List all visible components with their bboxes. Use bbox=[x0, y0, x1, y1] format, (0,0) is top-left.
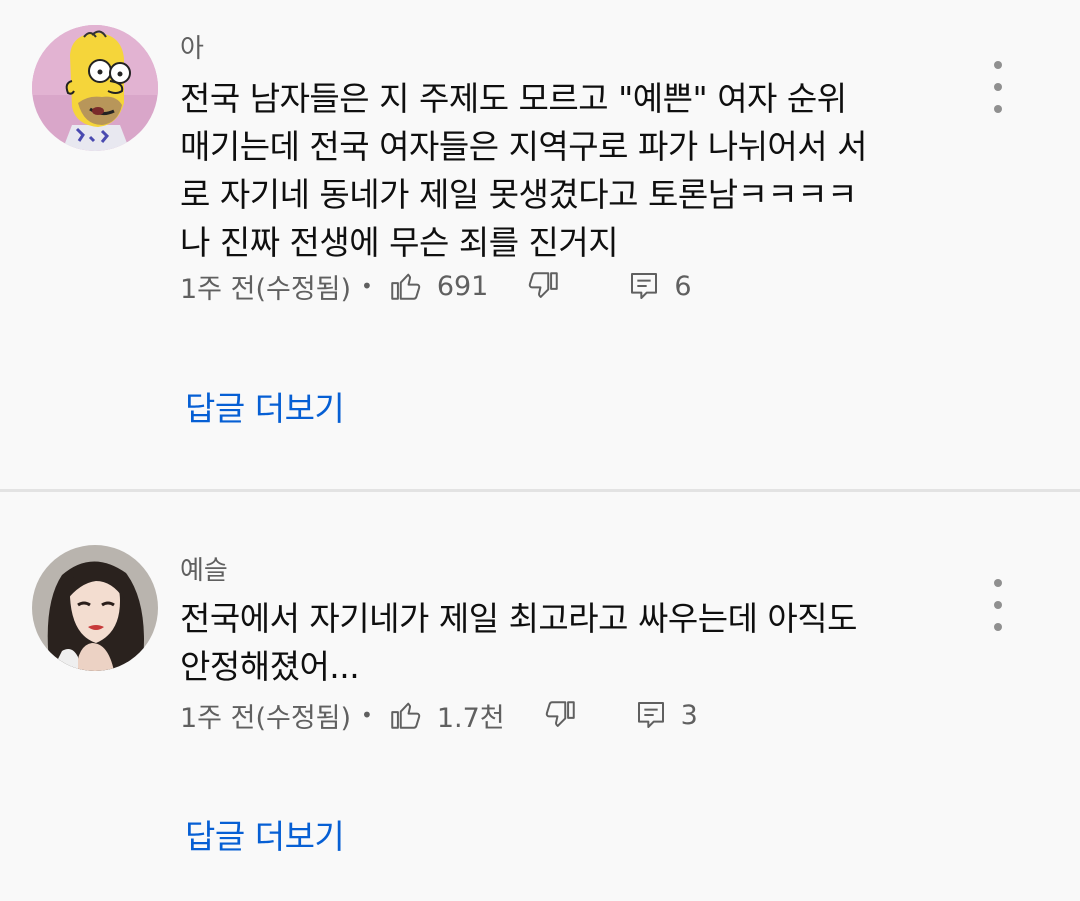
comment-text-line: 전국에서 자기네가 제일 최고라고 싸우는데 아직도 bbox=[180, 599, 858, 638]
meta-separator: • bbox=[361, 703, 373, 727]
reply-count: 6 bbox=[674, 270, 692, 302]
thumbs-up-icon bbox=[391, 273, 421, 300]
dislike-button[interactable] bbox=[524, 266, 564, 306]
comment-text-line: 전국 남자들은 지 주제도 모르고 "예쁜" 여자 순위 bbox=[180, 79, 847, 118]
comment-text-line: 나 진짜 전생에 무슨 죄를 진거지 bbox=[180, 223, 619, 262]
thumbs-down-icon bbox=[545, 701, 575, 727]
view-more-replies-button[interactable]: 답글 더보기 bbox=[185, 382, 345, 430]
comment-text: 전국에서 자기네가 제일 최고라고 싸우는데 아직도 안정해졌어... bbox=[180, 595, 960, 691]
dislike-button[interactable] bbox=[541, 695, 581, 735]
comment-text-line: 안정해졌어... bbox=[180, 647, 360, 686]
comment-text-line: 로 자기네 동네가 제일 못생겼다고 토론남ㅋㅋㅋㅋ bbox=[180, 175, 858, 214]
comment-icon bbox=[631, 273, 658, 299]
comment-author[interactable]: 아 bbox=[180, 28, 204, 65]
like-count: 1.7천 bbox=[436, 702, 505, 734]
comment-text-line: 매기는데 전국 여자들은 지역구로 파가 나뉘어서 서 bbox=[180, 127, 868, 166]
comment-text: 전국 남자들은 지 주제도 모르고 "예쁜" 여자 순위 매기는데 전국 여자들… bbox=[180, 75, 960, 267]
comment-thread: 예슬 전국에서 자기네가 제일 최고라고 싸우는데 아직도 안정해졌어... 1… bbox=[0, 492, 1080, 901]
homer-avatar-icon bbox=[32, 25, 158, 151]
like-button[interactable] bbox=[385, 695, 425, 735]
comment-thread: 아 전국 남자들은 지 주제도 모르고 "예쁜" 여자 순위 매기는데 전국 여… bbox=[0, 0, 1080, 490]
more-options-icon[interactable] bbox=[980, 57, 1016, 117]
comment-actions: 1주 전(수정됨) • 1.7천 3 bbox=[180, 695, 698, 735]
thumbs-up-icon bbox=[391, 702, 421, 729]
woman-avatar-icon bbox=[32, 545, 158, 671]
like-count: 691 bbox=[436, 270, 489, 302]
comment-author[interactable]: 예슬 bbox=[180, 550, 228, 587]
reply-button[interactable] bbox=[624, 266, 664, 306]
comment-time: 1주 전(수정됨) bbox=[180, 273, 352, 305]
author-avatar[interactable] bbox=[32, 25, 158, 151]
comment-icon bbox=[637, 702, 664, 728]
like-button[interactable] bbox=[385, 266, 425, 306]
reply-count: 3 bbox=[680, 699, 698, 731]
thumbs-down-icon bbox=[529, 272, 559, 298]
comment-actions: 1주 전(수정됨) • 691 6 bbox=[180, 266, 692, 306]
meta-separator: • bbox=[361, 274, 373, 298]
view-more-replies-button[interactable]: 답글 더보기 bbox=[185, 810, 345, 858]
author-avatar[interactable] bbox=[32, 545, 158, 671]
comment-time: 1주 전(수정됨) bbox=[180, 702, 352, 734]
more-options-icon[interactable] bbox=[980, 575, 1016, 635]
reply-button[interactable] bbox=[631, 695, 671, 735]
